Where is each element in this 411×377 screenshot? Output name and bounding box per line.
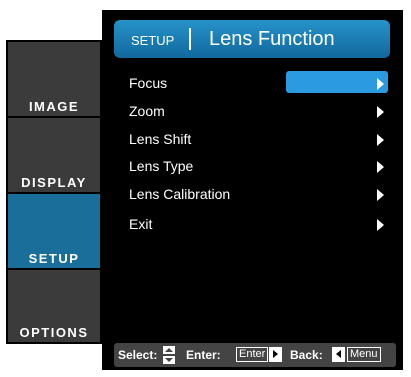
help-bar: Select: Enter: Enter Back: Menu [114,343,396,367]
title-divider [189,28,191,50]
chevron-right-icon [377,189,384,201]
menu-item-label: Zoom [129,103,165,119]
tab-options-label: OPTIONS [19,325,89,340]
menu-item-label: Lens Type [129,158,194,174]
menu-item-label: Lens Calibration [129,186,231,202]
menu-panel: SETUP Lens Function Focus Zoom Lens Shif… [102,10,403,370]
enter-key-label: Enter [236,347,269,362]
tab-image[interactable]: IMAGE [8,42,100,116]
section-label: SETUP [131,33,175,48]
chevron-right-icon [377,134,384,146]
menu-item-lens-type[interactable]: Lens Type [114,154,396,180]
menu-item-zoom[interactable]: Zoom [114,99,396,125]
chevron-right-icon [377,219,384,231]
chevron-right-icon [377,161,384,173]
back-hint-label: Back: [290,348,323,362]
select-hint-label: Select: [118,348,158,362]
up-down-keys-icon [163,346,175,364]
menu-item-lens-shift[interactable]: Lens Shift [114,127,396,153]
title-text: Lens Function [209,28,335,50]
menu-item-focus[interactable]: Focus [114,71,396,97]
chevron-right-icon [377,106,384,118]
tab-display[interactable]: DISPLAY [8,118,100,192]
tab-display-label: DISPLAY [21,175,87,190]
tab-setup[interactable]: SETUP [8,194,100,268]
left-key-icon [332,347,345,362]
chevron-right-icon [377,78,384,90]
menu-item-exit[interactable]: Exit [114,212,396,238]
menu-item-label: Focus [129,75,168,91]
enter-hint-label: Enter: [186,348,221,362]
menu-item-label: Lens Shift [129,131,192,147]
menu-item-lens-calibration[interactable]: Lens Calibration [114,182,396,208]
menu-item-label: Exit [129,216,153,232]
right-key-icon [269,347,282,362]
tab-options[interactable]: OPTIONS [8,270,100,342]
selection-highlight [286,71,388,93]
tab-image-label: IMAGE [28,99,80,114]
tab-setup-label: SETUP [28,251,80,266]
page-title: SETUP Lens Function [114,20,390,58]
menu-key-label: Menu [347,347,381,362]
tab-column: IMAGE DISPLAY SETUP OPTIONS [6,40,102,344]
